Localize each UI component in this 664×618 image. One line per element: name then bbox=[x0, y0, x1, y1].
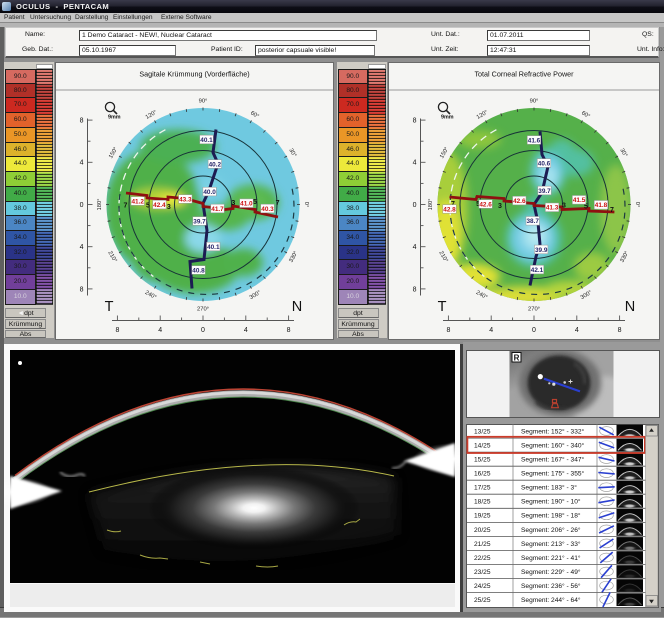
svg-text:8: 8 bbox=[80, 286, 84, 293]
svg-text:180°: 180° bbox=[97, 199, 103, 211]
svg-text:39.7: 39.7 bbox=[193, 218, 206, 225]
svg-text:41.5: 41.5 bbox=[573, 197, 586, 204]
svg-text:0°: 0° bbox=[303, 202, 309, 208]
svg-text:8: 8 bbox=[446, 327, 450, 334]
svg-text:8: 8 bbox=[80, 118, 84, 125]
svg-text:14/25: 14/25 bbox=[474, 442, 491, 449]
svg-text:8: 8 bbox=[115, 327, 119, 334]
svg-text:0: 0 bbox=[532, 327, 536, 334]
svg-text:4: 4 bbox=[80, 160, 84, 167]
svg-text:N: N bbox=[625, 299, 635, 315]
svg-text:40.8: 40.8 bbox=[192, 267, 205, 274]
svg-text:270°: 270° bbox=[197, 307, 209, 313]
svg-text:8: 8 bbox=[287, 327, 291, 334]
svg-text:3: 3 bbox=[167, 204, 171, 211]
svg-text:24/25: 24/25 bbox=[474, 583, 491, 590]
svg-text:270°: 270° bbox=[528, 307, 540, 313]
svg-text:5: 5 bbox=[584, 204, 588, 211]
svg-text:40.0: 40.0 bbox=[203, 189, 216, 196]
svg-text:41.7: 41.7 bbox=[211, 206, 224, 213]
svg-text:43.3: 43.3 bbox=[179, 196, 192, 203]
svg-text:8: 8 bbox=[413, 286, 417, 293]
svg-text:41.2: 41.2 bbox=[131, 198, 144, 205]
svg-text:39.7: 39.7 bbox=[538, 188, 551, 195]
svg-text:3: 3 bbox=[498, 203, 502, 210]
svg-text:19/25: 19/25 bbox=[474, 512, 491, 519]
svg-text:7: 7 bbox=[124, 203, 128, 210]
svg-text:25/25: 25/25 bbox=[474, 597, 491, 604]
svg-text:42.8: 42.8 bbox=[443, 206, 456, 213]
svg-text:3: 3 bbox=[562, 203, 566, 210]
svg-text:Segment: 236° - 56°: Segment: 236° - 56° bbox=[521, 582, 581, 590]
svg-text:40.1: 40.1 bbox=[200, 137, 213, 144]
svg-text:Segment: 244° - 64°: Segment: 244° - 64° bbox=[521, 596, 581, 604]
svg-text:Segment: 206° - 26°: Segment: 206° - 26° bbox=[521, 525, 581, 533]
svg-text:0: 0 bbox=[201, 327, 205, 334]
svg-text:180°: 180° bbox=[428, 199, 434, 211]
svg-text:39.9: 39.9 bbox=[535, 247, 548, 254]
svg-text:38.7: 38.7 bbox=[526, 218, 539, 225]
svg-text:5: 5 bbox=[146, 203, 150, 210]
svg-text:N: N bbox=[292, 299, 302, 315]
svg-text:Segment: 229° - 49°: Segment: 229° - 49° bbox=[521, 567, 581, 575]
svg-text:8: 8 bbox=[413, 118, 417, 125]
svg-text:0: 0 bbox=[80, 202, 84, 209]
svg-text:7: 7 bbox=[276, 200, 280, 207]
svg-text:7: 7 bbox=[610, 207, 614, 214]
svg-text:41.8: 41.8 bbox=[595, 202, 608, 209]
svg-text:42.6: 42.6 bbox=[479, 201, 492, 208]
svg-text:4: 4 bbox=[244, 327, 248, 334]
svg-text:4: 4 bbox=[413, 160, 417, 167]
svg-text:Segment: 152° - 332°: Segment: 152° - 332° bbox=[521, 427, 585, 435]
svg-text:Segment: 160° - 340°: Segment: 160° - 340° bbox=[521, 441, 585, 449]
svg-text:40.2: 40.2 bbox=[209, 161, 222, 168]
svg-text:42.1: 42.1 bbox=[531, 267, 544, 274]
svg-text:5: 5 bbox=[253, 199, 257, 206]
svg-text:Sagitale Krümmung (Vorderfläch: Sagitale Krümmung (Vorderfläche) bbox=[139, 70, 249, 79]
svg-text:4: 4 bbox=[575, 327, 579, 334]
svg-text:Segment: 198° - 18°: Segment: 198° - 18° bbox=[521, 511, 581, 519]
svg-text:T: T bbox=[105, 299, 114, 315]
svg-text:13/25: 13/25 bbox=[474, 428, 491, 435]
svg-text:Segment: 213° - 33°: Segment: 213° - 33° bbox=[521, 539, 581, 547]
svg-text:Segment: 167° - 347°: Segment: 167° - 347° bbox=[521, 455, 585, 463]
svg-text:20/25: 20/25 bbox=[474, 526, 491, 533]
svg-text:41.6: 41.6 bbox=[528, 137, 541, 144]
svg-text:0°: 0° bbox=[634, 202, 640, 208]
svg-text:R: R bbox=[514, 353, 520, 362]
svg-text:9mm: 9mm bbox=[108, 115, 121, 121]
svg-text:17/25: 17/25 bbox=[474, 484, 491, 491]
svg-text:42.6: 42.6 bbox=[513, 198, 526, 205]
svg-text:40.1: 40.1 bbox=[207, 244, 220, 251]
svg-text:4: 4 bbox=[413, 244, 417, 251]
svg-text:4: 4 bbox=[80, 244, 84, 251]
svg-text:4: 4 bbox=[158, 327, 162, 334]
svg-text:42.4: 42.4 bbox=[153, 202, 166, 209]
svg-text:Segment: 190° - 10°: Segment: 190° - 10° bbox=[521, 497, 581, 505]
svg-text:40.6: 40.6 bbox=[538, 160, 551, 167]
svg-text:8: 8 bbox=[618, 327, 622, 334]
svg-text:4: 4 bbox=[489, 327, 493, 334]
svg-text:0: 0 bbox=[413, 202, 417, 209]
svg-text:90°: 90° bbox=[199, 99, 208, 105]
svg-text:3: 3 bbox=[231, 200, 235, 207]
svg-text:18/25: 18/25 bbox=[474, 498, 491, 505]
svg-text:41.3: 41.3 bbox=[546, 205, 559, 212]
svg-text:Segment: 183° - 3°: Segment: 183° - 3° bbox=[521, 483, 577, 491]
svg-text:16/25: 16/25 bbox=[474, 470, 491, 477]
svg-text:90°: 90° bbox=[530, 99, 539, 105]
svg-text:22/25: 22/25 bbox=[474, 554, 491, 561]
svg-text:40.3: 40.3 bbox=[261, 206, 274, 213]
svg-text:T: T bbox=[438, 299, 447, 315]
svg-text:Total Corneal Refractive Power: Total Corneal Refractive Power bbox=[474, 70, 574, 79]
svg-text:23/25: 23/25 bbox=[474, 568, 491, 575]
svg-text:Segment: 221° - 41°: Segment: 221° - 41° bbox=[521, 553, 581, 561]
svg-text:41.0: 41.0 bbox=[240, 201, 253, 208]
svg-text:Segment: 175° - 355°: Segment: 175° - 355° bbox=[521, 469, 585, 477]
svg-text:9mm: 9mm bbox=[441, 115, 454, 121]
svg-text:15/25: 15/25 bbox=[474, 456, 491, 463]
svg-text:21/25: 21/25 bbox=[474, 540, 491, 547]
